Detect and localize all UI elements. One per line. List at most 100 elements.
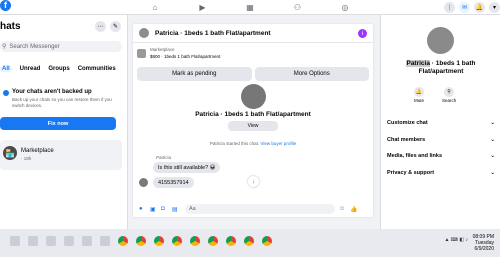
- chat-filters: All Unread Groups Communities: [0, 66, 116, 72]
- view-button[interactable]: View: [228, 121, 278, 131]
- chevron-down-icon: ⌄: [490, 137, 495, 143]
- chrome-icon[interactable]: [118, 236, 128, 246]
- whatsapp-icon[interactable]: [64, 236, 74, 246]
- sticker-icon[interactable]: ◘: [161, 206, 168, 212]
- chat-title[interactable]: Patricia · 1beds 1 bath Flat/apartment: [155, 30, 271, 37]
- section-label: Media, files and links: [387, 153, 443, 159]
- chrome-icon[interactable]: [244, 236, 254, 246]
- details-title: Patricia · 1beds 1 bath Flat/apartment: [387, 60, 495, 76]
- system-tray[interactable]: ▲ ⌨ ◧ ♪: [444, 237, 468, 243]
- search-messenger-input[interactable]: ⚲ Search Messenger: [0, 41, 122, 52]
- menu-icon[interactable]: ⋮: [444, 2, 455, 13]
- emoji-icon[interactable]: ☺: [339, 206, 346, 212]
- search-button[interactable]: ⚲ Search: [442, 87, 456, 103]
- filter-unread[interactable]: Unread: [20, 66, 41, 72]
- conversation-name: Marketplace: [21, 148, 54, 154]
- chevron-down-icon: ⌄: [490, 170, 495, 176]
- marketplace-avatar-icon: 🏪: [3, 146, 17, 160]
- listing-thumbnail: [137, 49, 146, 58]
- groups-icon[interactable]: ⚇: [293, 2, 303, 12]
- marketplace-icon[interactable]: ▦: [245, 2, 255, 12]
- backup-title: Your chats aren't backed up: [12, 89, 92, 95]
- gaming-icon[interactable]: ◎: [340, 2, 350, 12]
- marketplace-label: Marketplace: [150, 47, 175, 52]
- chevron-down-icon: ⌄: [490, 120, 495, 126]
- filter-communities[interactable]: Communities: [78, 66, 116, 72]
- details-actions: 🔔 Mute ⚲ Search: [414, 87, 456, 103]
- sender-avatar: [139, 178, 148, 187]
- chats-header-icons: ⋯ ✎: [95, 21, 121, 32]
- more-options-icon[interactable]: ⋯: [95, 21, 106, 32]
- chrome-icon[interactable]: [208, 236, 218, 246]
- more-options-button[interactable]: More Options: [254, 67, 369, 81]
- facebook-logo-icon[interactable]: f: [0, 0, 11, 11]
- like-icon[interactable]: 👍: [350, 206, 357, 213]
- marketplace-listing[interactable]: Marketplace $800 · 1beds 1 bath Flat/apa…: [137, 47, 369, 61]
- home-icon[interactable]: ⌂: [150, 2, 160, 12]
- new-message-icon[interactable]: ✎: [110, 21, 121, 32]
- info-icon[interactable]: i: [358, 29, 367, 38]
- chrome-icon[interactable]: [226, 236, 236, 246]
- section-label: Chat members: [387, 137, 426, 143]
- mic-icon[interactable]: ●: [139, 206, 146, 212]
- hero-title: Patricia · 1beds 1 bath Flat/apartment: [195, 111, 311, 118]
- app-icon[interactable]: [82, 236, 92, 246]
- section-privacy-support[interactable]: Privacy & support ⌄: [387, 170, 495, 176]
- chats-sidebar: hats ⋯ ✎ ⚲ Search Messenger All Unread G…: [0, 15, 128, 229]
- section-label: Customize chat: [387, 120, 428, 126]
- conversation-item[interactable]: 🏪 Marketplace · 19h: [0, 140, 122, 170]
- message-input[interactable]: Aa: [185, 204, 335, 214]
- top-nav: ⌂ ▶ ▦ ⚇ ◎: [150, 2, 350, 12]
- app-icon[interactable]: [100, 236, 110, 246]
- started-text: Patricia started this chat.: [209, 141, 260, 146]
- message-bubble[interactable]: Is this still available? 😀: [153, 162, 221, 173]
- taskbar-apps: [10, 236, 272, 246]
- scroll-down-icon[interactable]: ↓: [248, 176, 259, 187]
- notifications-icon[interactable]: 🔔: [474, 2, 485, 13]
- mark-as-pending-button[interactable]: Mark as pending: [137, 67, 252, 81]
- clock-date: 6/9/2020: [474, 246, 494, 252]
- search-icon[interactable]: [10, 236, 20, 246]
- chrome-icon[interactable]: [190, 236, 200, 246]
- clock[interactable]: 08:09 PM Tuesday 6/9/2020: [473, 234, 494, 252]
- fix-now-button[interactable]: Fix now: [0, 117, 116, 130]
- chat-avatar[interactable]: [139, 28, 149, 38]
- edge-icon[interactable]: [46, 236, 56, 246]
- listing-title: $800 · 1beds 1 bath Flat/apartment: [150, 54, 221, 59]
- chrome-icon[interactable]: [262, 236, 272, 246]
- mute-button[interactable]: 🔔 Mute: [414, 87, 424, 103]
- view-buyer-profile-link[interactable]: View buyer profile: [260, 141, 296, 146]
- chrome-icon[interactable]: [136, 236, 146, 246]
- hero-avatar: [241, 84, 266, 109]
- message-bubble[interactable]: 4155357914: [153, 177, 194, 188]
- section-chat-members[interactable]: Chat members ⌄: [387, 137, 495, 143]
- chrome-icon[interactable]: [172, 236, 182, 246]
- conversation-time: · 19h: [21, 156, 32, 161]
- chat-header: Patricia · 1beds 1 bath Flat/apartment i: [133, 24, 373, 43]
- top-bar: f ⌂ ▶ ▦ ⚇ ◎ ⋮ ✉ 🔔 ▾: [0, 0, 500, 15]
- chrome-icon[interactable]: [154, 236, 164, 246]
- image-icon[interactable]: ▣: [150, 206, 157, 213]
- search-label: Search: [442, 98, 457, 103]
- chevron-down-icon: ⌄: [490, 153, 495, 159]
- section-media-files-links[interactable]: Media, files and links ⌄: [387, 153, 495, 159]
- task-view-icon[interactable]: [28, 236, 38, 246]
- message-sender: Patricia: [156, 155, 172, 160]
- watch-icon[interactable]: ▶: [198, 2, 208, 12]
- chats-title: hats: [0, 21, 21, 32]
- message-composer: ● ▣ ◘ ▤ Aa ☺ 👍: [133, 201, 373, 217]
- filter-groups[interactable]: Groups: [48, 66, 69, 72]
- filter-all[interactable]: All: [0, 66, 12, 72]
- details-title-name: Patricia: [406, 60, 430, 67]
- bell-icon: 🔔: [414, 87, 424, 97]
- backup-banner: Your chats aren't backed up Back up your…: [0, 87, 122, 147]
- account-icon[interactable]: ▾: [489, 2, 500, 13]
- taskbar: ▲ ⌨ ◧ ♪ 08:09 PM Tuesday 6/9/2020: [0, 229, 500, 257]
- search-icon: ⚲: [2, 44, 7, 50]
- gif-icon[interactable]: ▤: [172, 206, 179, 213]
- details-avatar: [427, 27, 454, 54]
- chat-started-notice: Patricia started this chat. View buyer p…: [133, 141, 373, 146]
- messenger-icon[interactable]: ✉: [459, 2, 470, 13]
- section-customize-chat[interactable]: Customize chat ⌄: [387, 120, 495, 126]
- search-icon: ⚲: [444, 87, 455, 97]
